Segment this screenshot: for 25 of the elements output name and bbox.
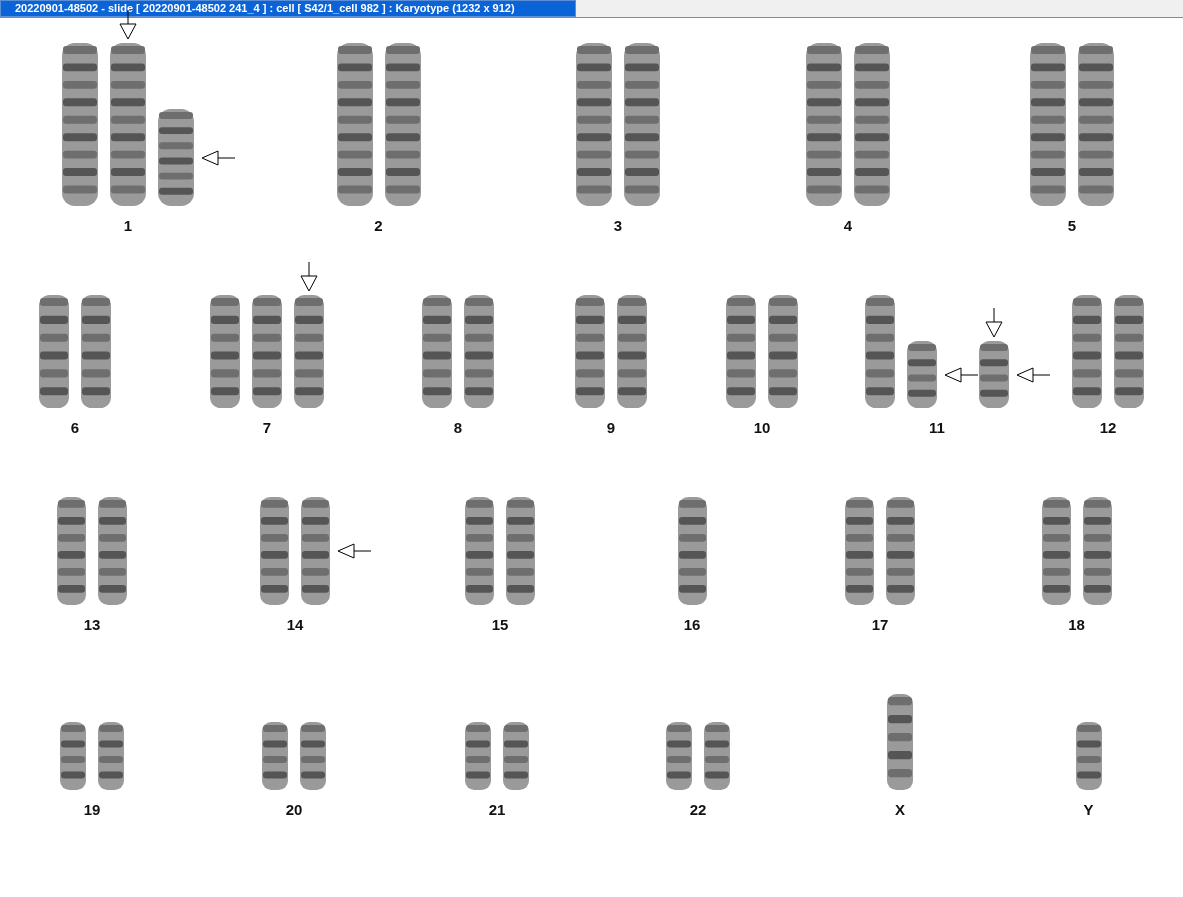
chromosome-number: 3 xyxy=(613,217,623,234)
chromosome-number: 21 xyxy=(488,801,506,818)
chromosome-number: 18 xyxy=(1068,616,1085,633)
chromosome-number: 12 xyxy=(1099,419,1117,436)
chromosome-number: 5 xyxy=(1067,217,1077,234)
chromosome-number: 6 xyxy=(70,419,80,436)
chromosome-number: 8 xyxy=(453,419,463,436)
chromosome-number: 15 xyxy=(491,616,509,633)
chromosome-number: Y xyxy=(1083,801,1094,818)
chromosome-number: 9 xyxy=(606,419,616,436)
chromosome-number: 1 xyxy=(123,217,133,234)
chromosome-number: 10 xyxy=(753,419,771,436)
chromosome-number: 11 xyxy=(929,419,945,436)
chromosome-number: 2 xyxy=(374,217,383,234)
chromosome-number: 13 xyxy=(83,616,101,633)
chromosome-number: 20 xyxy=(285,801,303,818)
chromosome-number: 19 xyxy=(83,801,101,818)
chromosome-number: 22 xyxy=(689,801,707,818)
chromosome-number: 4 xyxy=(843,217,853,234)
chromosome-number: 7 xyxy=(262,419,272,436)
window-title: 20220901-48502 - slide [ 20220901-48502 241_4 ] : cell [ S42/1_cell 982 ] : Karyotype (1232 x 912) xyxy=(0,0,576,17)
chromosome-number: 17 xyxy=(871,616,889,633)
chromosome-number: 16 xyxy=(683,616,701,633)
chromosome-number: X xyxy=(895,801,905,818)
chromosome-number: 14 xyxy=(286,616,304,633)
